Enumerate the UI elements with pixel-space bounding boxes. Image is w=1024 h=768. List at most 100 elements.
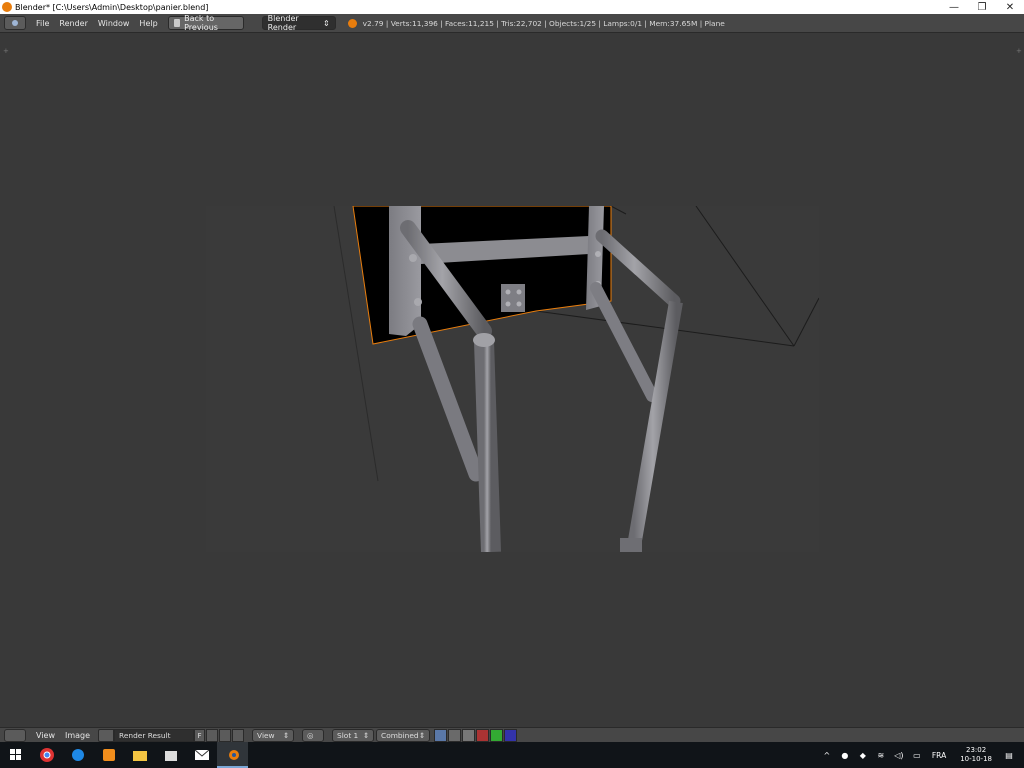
dropdown-arrows-icon: ⇕ <box>322 18 330 28</box>
fullscreen-icon <box>173 19 181 27</box>
windows-logo-icon <box>9 749 21 760</box>
pipe-top-right <box>595 229 681 308</box>
open-image-button[interactable] <box>219 729 232 742</box>
bolt <box>505 289 511 295</box>
rendered-scene <box>333 206 819 552</box>
image-name-field[interactable]: Render Result <box>114 729 195 742</box>
folder-icon <box>132 751 147 761</box>
pivot-icon: ◎ <box>307 731 314 740</box>
minimize-button[interactable]: — <box>940 0 968 14</box>
notifications-icon[interactable]: ▤ <box>1002 750 1016 760</box>
sublime-icon <box>102 749 115 761</box>
center-plate <box>501 284 525 312</box>
wifi-icon[interactable]: ≋ <box>874 750 888 760</box>
fake-user-button[interactable]: F <box>194 729 206 742</box>
pipe-upright-right <box>627 300 683 548</box>
new-image-button[interactable] <box>206 729 219 742</box>
window-titlebar: Blender* [C:\Users\Admin\Desktop\panier.… <box>0 0 1024 14</box>
bolt <box>409 254 417 262</box>
clock-date: 10-10-18 <box>960 755 992 763</box>
taskbar-file-explorer[interactable] <box>124 742 155 768</box>
store-icon <box>164 751 177 761</box>
color-channel-button[interactable] <box>448 729 462 742</box>
render-engine-dropdown[interactable]: Blender Render ⇕ <box>261 14 336 32</box>
blender-logo-icon <box>2 2 12 12</box>
wireframe-edge <box>695 206 795 347</box>
tray-app-icon[interactable]: ● <box>838 750 852 760</box>
menu-image[interactable]: Image <box>65 731 90 740</box>
blender-icon <box>228 750 239 760</box>
input-language[interactable]: FRA <box>932 751 946 760</box>
menu-window[interactable]: Window <box>98 19 130 28</box>
info-header: File Render Window Help Back to Previous… <box>0 14 1024 33</box>
pipe-foot <box>620 538 642 552</box>
taskbar-mail[interactable] <box>186 742 217 768</box>
render-result-image <box>206 206 819 552</box>
editor-type-selector[interactable] <box>4 16 26 30</box>
editor-type-selector[interactable] <box>4 729 26 742</box>
security-icon[interactable]: ◆ <box>856 750 870 760</box>
system-clock[interactable]: 23:02 10-10-18 <box>960 746 992 764</box>
wireframe-edge <box>610 206 627 215</box>
taskbar-chrome[interactable] <box>31 742 62 768</box>
volume-icon[interactable]: ◁) <box>892 750 906 760</box>
pipe-brace-left <box>412 316 484 482</box>
view-mode-label: View <box>257 731 275 740</box>
show-hidden-icons-icon[interactable]: ^ <box>820 750 834 760</box>
chrome-icon <box>39 748 54 762</box>
green-channel-button[interactable] <box>490 729 504 742</box>
image-browse-icon[interactable] <box>98 729 115 742</box>
view-mode-dropdown[interactable]: View ⇕ <box>252 729 295 742</box>
blue-channel-button[interactable] <box>504 729 518 742</box>
taskbar-blender[interactable] <box>217 742 248 768</box>
close-button[interactable]: ✕ <box>996 0 1024 14</box>
blender-small-logo-icon <box>347 18 357 28</box>
wireframe-edge <box>793 297 819 347</box>
area-split-corner-icon[interactable]: + <box>3 47 9 55</box>
dropdown-arrows-icon: ⇕ <box>362 731 370 740</box>
system-tray: ^ ● ◆ ≋ ◁) ▭ FRA 23:02 10-10-18 ▤ <box>818 742 1024 768</box>
bolt <box>595 251 601 257</box>
taskbar-edge[interactable] <box>62 742 93 768</box>
back-to-previous-label: Back to Previous <box>184 14 218 32</box>
unlink-image-button[interactable] <box>232 729 245 742</box>
red-channel-button[interactable] <box>476 729 490 742</box>
pipe-upright-left <box>474 340 501 552</box>
bolt <box>516 301 522 307</box>
dropdown-arrows-icon: ⇕ <box>282 731 290 740</box>
window-title: Blender* [C:\Users\Admin\Desktop\panier.… <box>15 2 209 12</box>
windows-taskbar: ^ ● ◆ ≋ ◁) ▭ FRA 23:02 10-10-18 ▤ <box>0 742 1024 768</box>
alpha-channel-button[interactable] <box>462 729 476 742</box>
menu-help[interactable]: Help <box>139 19 157 28</box>
keyboard-icon[interactable]: ▭ <box>910 750 924 760</box>
restore-button[interactable]: ❐ <box>968 0 996 14</box>
clock-time: 23:02 <box>966 746 987 754</box>
image-browse-field[interactable]: Render Result F <box>98 729 245 742</box>
color-alpha-channel-button[interactable] <box>434 729 448 742</box>
pivot-dropdown[interactable]: ◎ <box>302 729 325 742</box>
menu-file[interactable]: File <box>36 19 49 28</box>
menu-render[interactable]: Render <box>59 19 87 28</box>
back-to-previous-button[interactable]: Back to Previous <box>167 14 244 32</box>
bolt <box>414 298 422 306</box>
scene-stats: v2.79 | Verts:11,396 | Faces:11,215 | Tr… <box>362 18 725 28</box>
bolt <box>505 301 511 307</box>
slot-label: Slot 1 <box>337 731 359 740</box>
window-controls: — ❐ ✕ <box>940 0 1024 14</box>
image-editor-header: View Image Render Result F View ⇕ ◎ Slot… <box>0 727 1024 743</box>
dropdown-arrows-icon: ⇕ <box>418 731 426 740</box>
menu-view[interactable]: View <box>36 731 55 740</box>
windows-start-button[interactable] <box>0 742 31 768</box>
render-engine-label: Blender Render <box>267 14 299 32</box>
area-split-corner-icon[interactable]: + <box>1016 47 1022 55</box>
mail-icon <box>194 750 209 760</box>
taskbar-sublime[interactable] <box>93 742 124 768</box>
edge-icon <box>71 749 84 761</box>
render-pass-label: Combined <box>381 731 419 740</box>
slot-dropdown[interactable]: Slot 1 ⇕ <box>332 729 375 742</box>
render-pass-dropdown[interactable]: Combined ⇕ <box>376 729 431 742</box>
bolt <box>516 289 522 295</box>
pipe-brace-right <box>590 282 658 402</box>
pipe-cap <box>473 333 495 347</box>
taskbar-store[interactable] <box>155 742 186 768</box>
